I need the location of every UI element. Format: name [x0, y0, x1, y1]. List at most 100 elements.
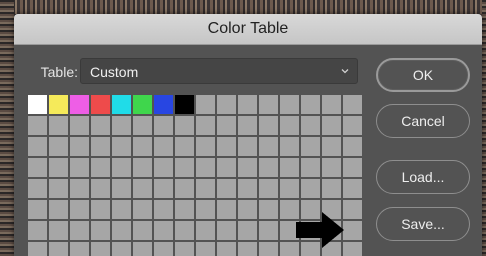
empty-swatch[interactable]: [49, 158, 68, 177]
empty-swatch[interactable]: [28, 179, 47, 198]
empty-swatch[interactable]: [49, 221, 68, 240]
empty-swatch[interactable]: [49, 179, 68, 198]
empty-swatch[interactable]: [301, 95, 320, 114]
empty-swatch[interactable]: [196, 242, 215, 256]
empty-swatch[interactable]: [154, 137, 173, 156]
empty-swatch[interactable]: [322, 116, 341, 135]
empty-swatch[interactable]: [343, 116, 362, 135]
empty-swatch[interactable]: [343, 95, 362, 114]
empty-swatch[interactable]: [322, 179, 341, 198]
empty-swatch[interactable]: [175, 179, 194, 198]
cancel-button[interactable]: Cancel: [376, 104, 470, 138]
empty-swatch[interactable]: [301, 116, 320, 135]
color-swatch[interactable]: [175, 95, 194, 114]
empty-swatch[interactable]: [112, 242, 131, 256]
empty-swatch[interactable]: [196, 158, 215, 177]
empty-swatch[interactable]: [70, 116, 89, 135]
empty-swatch[interactable]: [133, 179, 152, 198]
empty-swatch[interactable]: [196, 116, 215, 135]
empty-swatch[interactable]: [259, 221, 278, 240]
empty-swatch[interactable]: [217, 95, 236, 114]
empty-swatch[interactable]: [259, 158, 278, 177]
empty-swatch[interactable]: [196, 137, 215, 156]
empty-swatch[interactable]: [322, 158, 341, 177]
empty-swatch[interactable]: [217, 179, 236, 198]
color-swatch[interactable]: [133, 95, 152, 114]
empty-swatch[interactable]: [322, 95, 341, 114]
empty-swatch[interactable]: [259, 137, 278, 156]
empty-swatch[interactable]: [343, 179, 362, 198]
empty-swatch[interactable]: [91, 200, 110, 219]
empty-swatch[interactable]: [280, 95, 299, 114]
empty-swatch[interactable]: [70, 137, 89, 156]
empty-swatch[interactable]: [133, 200, 152, 219]
load-button[interactable]: Load...: [376, 160, 470, 194]
empty-swatch[interactable]: [112, 221, 131, 240]
empty-swatch[interactable]: [196, 221, 215, 240]
empty-swatch[interactable]: [70, 158, 89, 177]
empty-swatch[interactable]: [259, 242, 278, 256]
empty-swatch[interactable]: [238, 221, 257, 240]
empty-swatch[interactable]: [91, 116, 110, 135]
empty-swatch[interactable]: [175, 200, 194, 219]
empty-swatch[interactable]: [133, 221, 152, 240]
empty-swatch[interactable]: [238, 200, 257, 219]
empty-swatch[interactable]: [280, 137, 299, 156]
empty-swatch[interactable]: [112, 200, 131, 219]
empty-swatch[interactable]: [217, 221, 236, 240]
empty-swatch[interactable]: [91, 221, 110, 240]
color-swatch[interactable]: [70, 95, 89, 114]
empty-swatch[interactable]: [28, 221, 47, 240]
empty-swatch[interactable]: [91, 158, 110, 177]
empty-swatch[interactable]: [238, 116, 257, 135]
empty-swatch[interactable]: [238, 242, 257, 256]
title-bar[interactable]: Color Table: [14, 14, 482, 45]
empty-swatch[interactable]: [154, 221, 173, 240]
empty-swatch[interactable]: [217, 200, 236, 219]
empty-swatch[interactable]: [259, 179, 278, 198]
empty-swatch[interactable]: [259, 200, 278, 219]
empty-swatch[interactable]: [280, 158, 299, 177]
empty-swatch[interactable]: [217, 158, 236, 177]
color-swatch[interactable]: [91, 95, 110, 114]
empty-swatch[interactable]: [238, 137, 257, 156]
empty-swatch[interactable]: [49, 200, 68, 219]
empty-swatch[interactable]: [322, 137, 341, 156]
empty-swatch[interactable]: [28, 158, 47, 177]
empty-swatch[interactable]: [343, 137, 362, 156]
empty-swatch[interactable]: [133, 242, 152, 256]
empty-swatch[interactable]: [70, 200, 89, 219]
empty-swatch[interactable]: [28, 200, 47, 219]
empty-swatch[interactable]: [175, 137, 194, 156]
empty-swatch[interactable]: [217, 242, 236, 256]
empty-swatch[interactable]: [175, 242, 194, 256]
empty-swatch[interactable]: [280, 116, 299, 135]
empty-swatch[interactable]: [28, 116, 47, 135]
empty-swatch[interactable]: [343, 158, 362, 177]
empty-swatch[interactable]: [301, 137, 320, 156]
empty-swatch[interactable]: [217, 116, 236, 135]
empty-swatch[interactable]: [175, 221, 194, 240]
empty-swatch[interactable]: [238, 158, 257, 177]
empty-swatch[interactable]: [154, 242, 173, 256]
empty-swatch[interactable]: [112, 137, 131, 156]
empty-swatch[interactable]: [70, 242, 89, 256]
empty-swatch[interactable]: [259, 116, 278, 135]
empty-swatch[interactable]: [91, 137, 110, 156]
empty-swatch[interactable]: [112, 158, 131, 177]
empty-swatch[interactable]: [49, 116, 68, 135]
color-swatch[interactable]: [112, 95, 131, 114]
empty-swatch[interactable]: [301, 179, 320, 198]
empty-swatch[interactable]: [259, 95, 278, 114]
empty-swatch[interactable]: [154, 200, 173, 219]
empty-swatch[interactable]: [91, 179, 110, 198]
empty-swatch[interactable]: [28, 137, 47, 156]
empty-swatch[interactable]: [112, 116, 131, 135]
empty-swatch[interactable]: [301, 158, 320, 177]
ok-button[interactable]: OK: [376, 58, 470, 92]
empty-swatch[interactable]: [196, 200, 215, 219]
color-swatch[interactable]: [28, 95, 47, 114]
color-swatch[interactable]: [154, 95, 173, 114]
empty-swatch[interactable]: [133, 137, 152, 156]
empty-swatch[interactable]: [238, 95, 257, 114]
